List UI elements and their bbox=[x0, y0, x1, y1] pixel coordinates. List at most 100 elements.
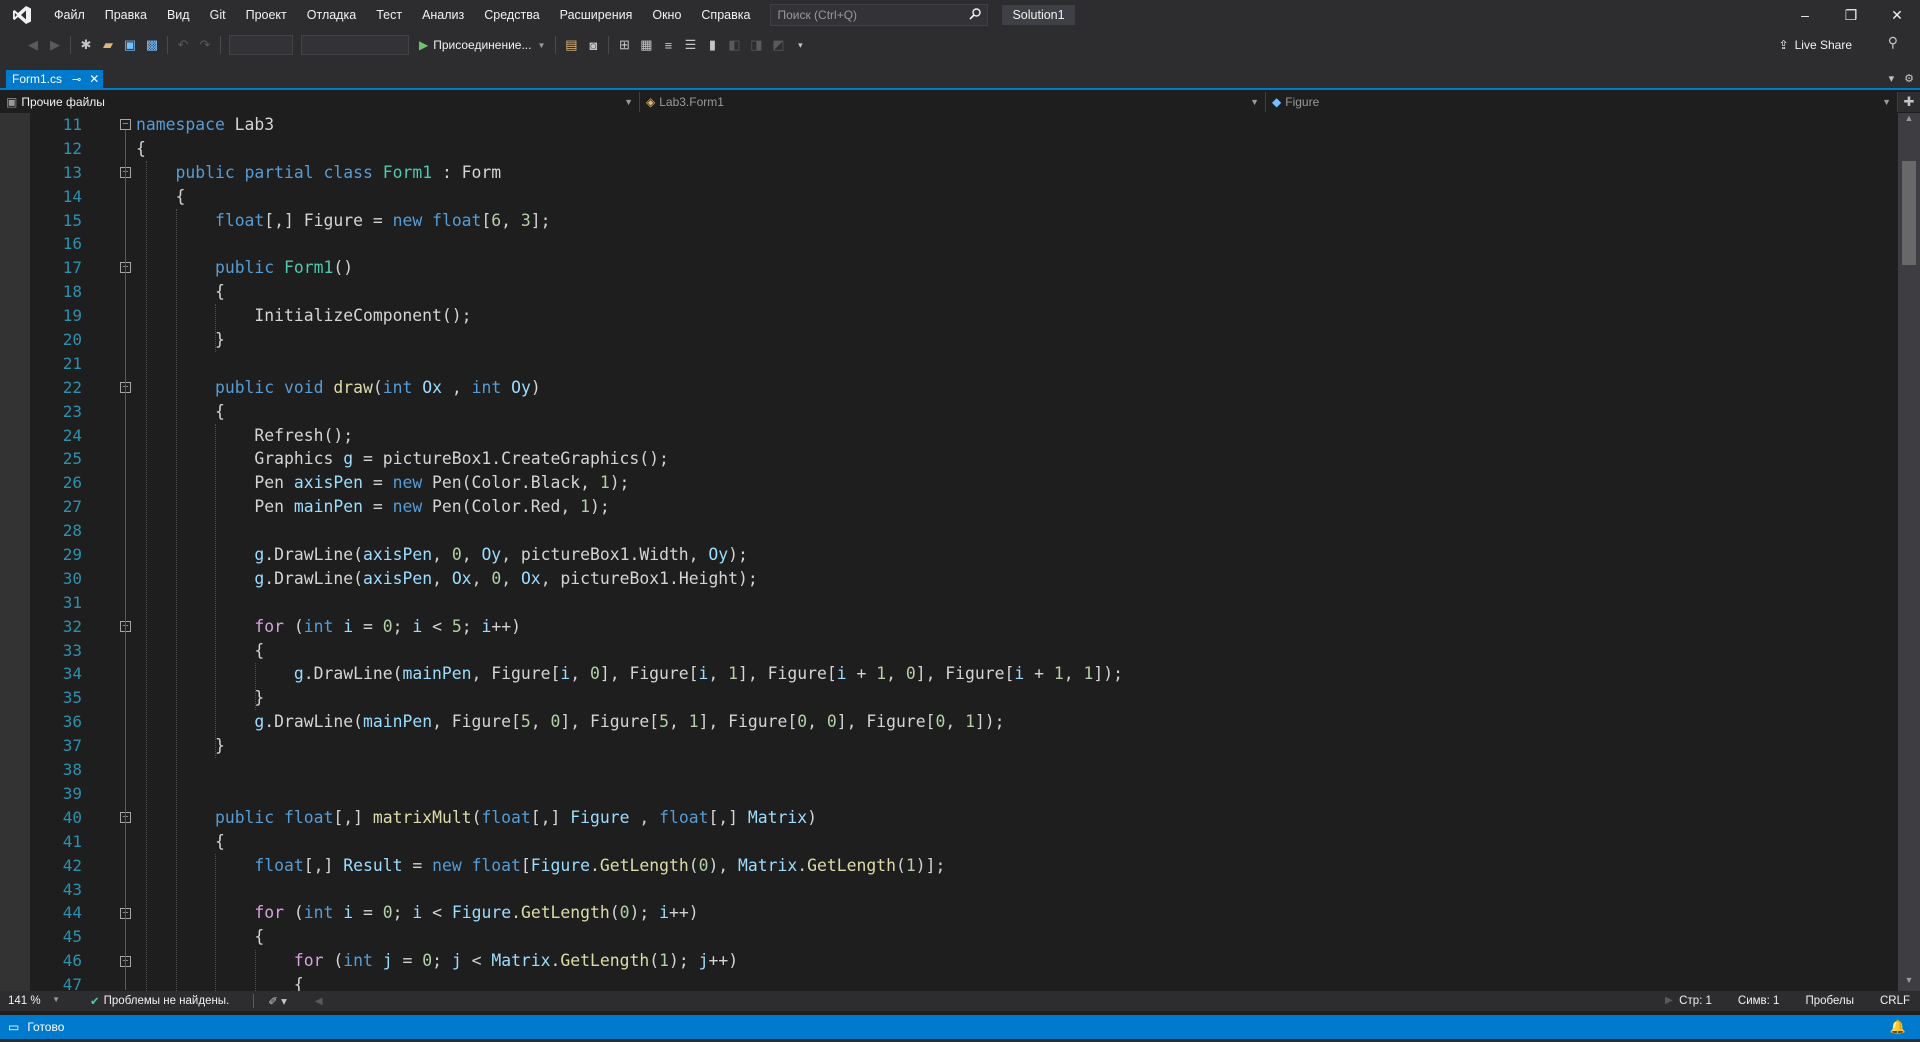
undo-icon[interactable]: ↶ bbox=[172, 34, 194, 56]
open-file-icon[interactable]: ▰ bbox=[97, 34, 119, 56]
menu-item[interactable]: Проект bbox=[236, 0, 297, 30]
search-input[interactable]: Поиск (Ctrl+Q) bbox=[770, 4, 989, 26]
code-line[interactable]: Pen mainPen = new Pen(Color.Red, 1); bbox=[136, 495, 1123, 519]
feedback-icon[interactable]: ⚲ bbox=[1888, 34, 1898, 51]
code-line[interactable]: public partial class Form1 : Form bbox=[136, 161, 1123, 185]
code-line[interactable]: InitializeComponent(); bbox=[136, 304, 1123, 328]
code-line[interactable]: g.DrawLine(axisPen, 0, Oy, pictureBox1.W… bbox=[136, 543, 1123, 567]
scroll-right-icon[interactable]: ▶ bbox=[1665, 995, 1673, 1006]
code-line[interactable]: g.DrawLine(axisPen, Ox, 0, Ox, pictureBo… bbox=[136, 567, 1123, 591]
code-line[interactable]: } bbox=[136, 328, 1123, 352]
solution-explorer-icon[interactable]: ⊞ bbox=[613, 34, 635, 56]
code-line[interactable]: { bbox=[136, 830, 1123, 854]
menu-item[interactable]: Вид bbox=[157, 0, 200, 30]
pin-icon[interactable]: ⊸ bbox=[72, 73, 81, 86]
code-line[interactable]: { bbox=[136, 973, 1123, 991]
code-line[interactable] bbox=[136, 352, 1123, 376]
code-line[interactable]: } bbox=[136, 734, 1123, 758]
member-dropdown[interactable]: ◆ Figure ▼ bbox=[1266, 92, 1898, 112]
menu-item[interactable]: Окно bbox=[642, 0, 691, 30]
code-line[interactable]: Graphics g = pictureBox1.CreateGraphics(… bbox=[136, 447, 1123, 471]
properties-icon[interactable]: ▦ bbox=[635, 34, 657, 56]
code-line[interactable]: } bbox=[136, 686, 1123, 710]
close-icon[interactable]: ✕ bbox=[89, 72, 99, 86]
comment-icon[interactable]: ≡ bbox=[657, 34, 679, 56]
code-line[interactable]: public float[,] matrixMult(float[,] Figu… bbox=[136, 806, 1123, 830]
vertical-scrollbar[interactable]: ▲ ▼ bbox=[1898, 113, 1920, 991]
line-indicator[interactable]: Стр: 1 bbox=[1679, 995, 1712, 1007]
attach-button[interactable]: ▶ Присоединение... ▼ bbox=[413, 38, 551, 52]
scroll-up-icon[interactable]: ▲ bbox=[1898, 113, 1920, 129]
code-line[interactable] bbox=[136, 591, 1123, 615]
code-line[interactable] bbox=[136, 232, 1123, 256]
class-dropdown[interactable]: ◈ Lab3.Form1 ▼ bbox=[640, 92, 1266, 112]
code-line[interactable]: for (int j = 0; j < Matrix.GetLength(1);… bbox=[136, 949, 1123, 973]
code-line[interactable] bbox=[136, 758, 1123, 782]
code-line[interactable]: float[,] Figure = new float[6, 3]; bbox=[136, 209, 1123, 233]
clear-bookmarks-icon[interactable]: ◩ bbox=[767, 34, 789, 56]
next-bookmark-icon[interactable]: ◨ bbox=[745, 34, 767, 56]
save-all-icon[interactable]: ▩ bbox=[141, 34, 163, 56]
code-line[interactable]: { bbox=[136, 639, 1123, 663]
code-line[interactable]: for (int i = 0; i < Figure.GetLength(0);… bbox=[136, 901, 1123, 925]
code-line[interactable]: for (int i = 0; i < 5; i++) bbox=[136, 615, 1123, 639]
indicator-margin[interactable] bbox=[0, 113, 30, 991]
code-line[interactable]: { bbox=[136, 137, 1123, 161]
scroll-down-icon[interactable]: ▼ bbox=[1898, 975, 1920, 991]
tab-form1-cs[interactable]: Form1.cs ⊸ ✕ bbox=[6, 70, 104, 88]
platform-select[interactable] bbox=[301, 35, 409, 55]
collapse-icon[interactable]: − bbox=[120, 119, 131, 130]
code-line[interactable]: Pen axisPen = new Pen(Color.Black, 1); bbox=[136, 471, 1123, 495]
code-line[interactable] bbox=[136, 782, 1123, 806]
split-window-icon[interactable]: ✚ bbox=[1898, 92, 1920, 112]
code-line[interactable]: float[,] Result = new float[Figure.GetLe… bbox=[136, 854, 1123, 878]
menu-item[interactable]: Расширения bbox=[550, 0, 643, 30]
forward-icon[interactable]: ▶ bbox=[44, 34, 66, 56]
scrollbar-thumb[interactable] bbox=[1902, 161, 1916, 265]
code-line[interactable]: public Form1() bbox=[136, 256, 1123, 280]
code-line[interactable]: { bbox=[136, 280, 1123, 304]
code-line[interactable]: { bbox=[136, 185, 1123, 209]
menu-item[interactable]: Правка bbox=[95, 0, 157, 30]
code-line[interactable]: public void draw(int Ox , int Oy) bbox=[136, 376, 1123, 400]
line-ending-indicator[interactable]: CRLF bbox=[1880, 995, 1910, 1007]
menu-item[interactable]: Анализ bbox=[412, 0, 474, 30]
issues-indicator[interactable]: ✔ Проблемы не найдены. bbox=[90, 994, 229, 1008]
code-line[interactable] bbox=[136, 519, 1123, 543]
close-window-icon[interactable]: ✕ bbox=[1874, 0, 1920, 30]
screenshot-icon[interactable]: ◙ bbox=[582, 34, 604, 56]
code-line[interactable]: Refresh(); bbox=[136, 424, 1123, 448]
code-line[interactable]: g.DrawLine(mainPen, Figure[i, 0], Figure… bbox=[136, 662, 1123, 686]
configuration-select[interactable] bbox=[229, 35, 293, 55]
tab-dropdown-icon[interactable]: ▾ bbox=[1889, 72, 1895, 85]
project-dropdown[interactable]: ▣ Прочие файлы ▼ bbox=[0, 92, 640, 112]
zoom-dropdown[interactable]: 141 % ▼ bbox=[0, 995, 66, 1007]
visual-studio-logo-icon[interactable] bbox=[0, 0, 44, 30]
code-line[interactable]: { bbox=[136, 400, 1123, 424]
toolbar-overflow-icon[interactable]: ▾ bbox=[789, 34, 811, 56]
prev-bookmark-icon[interactable]: ◧ bbox=[723, 34, 745, 56]
menu-item[interactable]: Git bbox=[200, 0, 236, 30]
code-cleanup-icon[interactable]: ✐ ▾ bbox=[268, 994, 287, 1008]
code-line[interactable]: g.DrawLine(mainPen, Figure[5, 0], Figure… bbox=[136, 710, 1123, 734]
live-share-button[interactable]: ⇪ Live Share bbox=[1779, 30, 1852, 60]
redo-icon[interactable]: ↷ bbox=[194, 34, 216, 56]
gear-icon[interactable]: ⚙ bbox=[1904, 72, 1914, 85]
save-icon[interactable]: ▣ bbox=[119, 34, 141, 56]
uncomment-icon[interactable]: ☰ bbox=[679, 34, 701, 56]
new-project-icon[interactable]: ✱ bbox=[75, 34, 97, 56]
browse-icon[interactable]: ▤ bbox=[560, 34, 582, 56]
menu-item[interactable]: Средства bbox=[474, 0, 549, 30]
menu-item[interactable]: Справка bbox=[691, 0, 760, 30]
menu-item[interactable]: Тест bbox=[366, 0, 412, 30]
notifications-bell-icon[interactable]: 🔔 bbox=[1890, 1019, 1906, 1035]
solution-name[interactable]: Solution1 bbox=[1002, 5, 1075, 25]
bookmark-icon[interactable]: ▮ bbox=[701, 34, 723, 56]
code-line[interactable]: namespace Lab3 bbox=[136, 113, 1123, 137]
code-editor[interactable]: 11 12 13 14 15 16 17 18 19 20 21 22 23 24 25 26 27 28 29 30… bbox=[0, 113, 1920, 991]
restore-icon[interactable]: ❐ bbox=[1828, 0, 1874, 30]
menu-item[interactable]: Отладка bbox=[297, 0, 366, 30]
code-line[interactable]: { bbox=[136, 925, 1123, 949]
back-icon[interactable]: ◀ bbox=[22, 34, 44, 56]
menu-item[interactable]: Файл bbox=[44, 0, 95, 30]
